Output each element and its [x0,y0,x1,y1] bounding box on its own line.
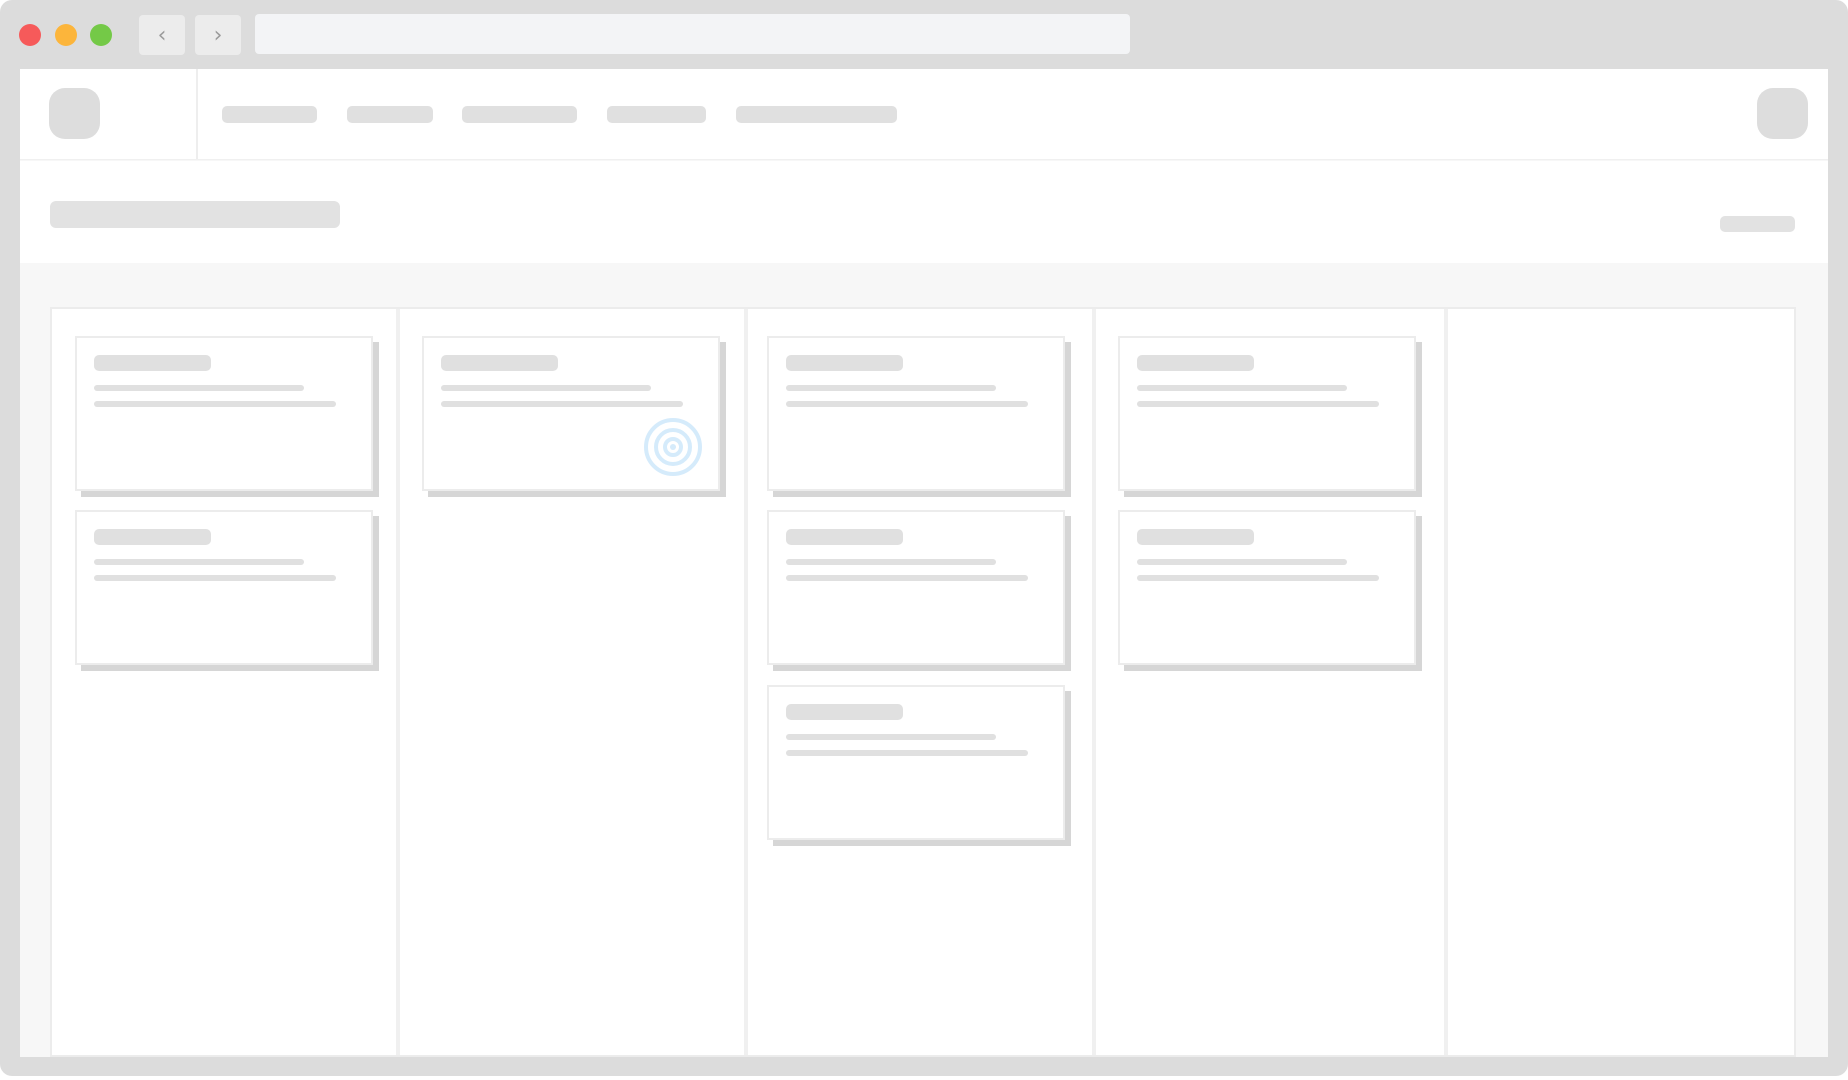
app-logo[interactable] [49,88,100,139]
chevron-left-icon: ‹ [157,22,167,48]
logo-area [20,69,198,159]
close-window-button[interactable] [19,24,41,46]
card-text-line [786,401,1028,407]
target-icon [644,418,702,476]
browser-window: ‹ › [0,0,1848,1076]
nav-menu-item-2[interactable] [347,106,433,123]
board-column-3 [748,309,1096,1055]
card-text-line [94,575,336,581]
card-title-placeholder [1137,355,1254,371]
page-viewport [20,69,1828,1057]
board-column-2 [400,309,748,1055]
nav-menu-item-3[interactable] [462,106,577,123]
kanban-board [50,307,1796,1057]
card-text-line [1137,575,1379,581]
forward-button[interactable]: › [195,15,241,55]
card-text-line [786,734,996,740]
user-avatar[interactable] [1757,88,1808,139]
card-text-line [94,385,304,391]
address-bar[interactable] [255,14,1130,54]
task-card[interactable] [1118,336,1416,491]
board-column-4 [1096,309,1448,1055]
card-text-line [1137,401,1379,407]
card-text-line [1137,559,1347,565]
minimize-window-button[interactable] [55,24,77,46]
task-card[interactable] [75,336,373,491]
card-text-line [441,385,651,391]
task-card[interactable] [767,510,1065,665]
card-title-placeholder [94,355,211,371]
card-title-placeholder [1137,529,1254,545]
zoom-window-button[interactable] [90,24,112,46]
card-text-line [786,575,1028,581]
card-title-placeholder [441,355,558,371]
card-text-line [1137,385,1347,391]
page-title [50,201,340,228]
card-text-line [94,559,304,565]
chevron-right-icon: › [213,22,223,48]
card-text-line [786,385,996,391]
nav-menu-item-4[interactable] [607,106,706,123]
card-title-placeholder [786,529,903,545]
task-card[interactable] [767,685,1065,840]
task-card[interactable] [1118,510,1416,665]
header-action-button[interactable] [1720,216,1795,232]
task-card[interactable] [767,336,1065,491]
card-text-line [786,750,1028,756]
app-header [20,69,1828,160]
card-title-placeholder [786,355,903,371]
back-button[interactable]: ‹ [139,15,185,55]
task-card[interactable] [75,510,373,665]
card-text-line [441,401,683,407]
nav-menu-item-1[interactable] [222,106,317,123]
card-title-placeholder [94,529,211,545]
card-text-line [94,401,336,407]
board-column-1 [52,309,400,1055]
page-header [20,161,1828,263]
board-column-5 [1448,309,1794,1055]
task-card[interactable] [422,336,720,491]
nav-menu-item-5[interactable] [736,106,897,123]
card-title-placeholder [786,704,903,720]
card-text-line [786,559,996,565]
